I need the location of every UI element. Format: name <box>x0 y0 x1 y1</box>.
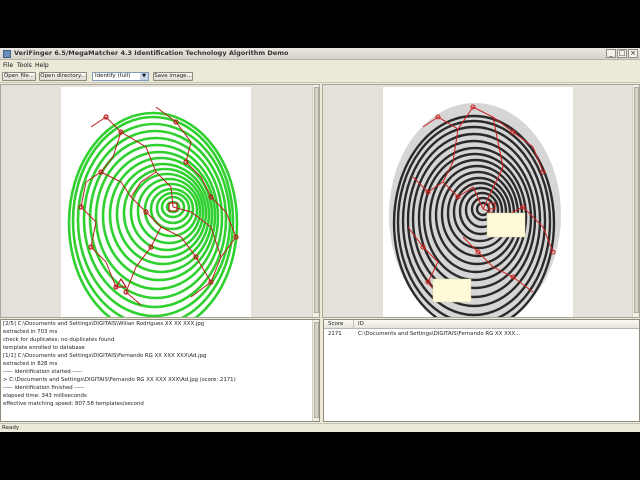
right-image-pane <box>322 84 640 318</box>
menu-help[interactable]: Help <box>35 62 49 69</box>
log-line: extracted in 828 ms <box>3 361 58 367</box>
log-line: ----- identification finished ----- <box>3 385 85 391</box>
chevron-down-icon: ▼ <box>140 73 148 80</box>
menu-bar: File Tools Help <box>0 61 640 70</box>
log-line: effective matching speed: 807.58 templat… <box>3 401 144 407</box>
app-window: VeriFinger 6.5/MegaMatcher 4.3 Identific… <box>0 48 640 432</box>
log-line: extracted in 703 ms <box>3 329 58 335</box>
log-line: [1/1] C:\Documents and Settings\DIGITAIS… <box>3 353 207 359</box>
enrolled-fingerprint-image <box>61 87 251 317</box>
result-score: 2171 <box>328 331 342 337</box>
results-table: Score ID 2171 C:\Documents and Settings\… <box>323 319 640 422</box>
menu-file[interactable]: File <box>3 62 13 69</box>
table-row[interactable]: 2171 C:\Documents and Settings\DIGITAIS\… <box>324 330 639 338</box>
log-line: ----- identification started ----- <box>3 369 83 375</box>
log-line: elapsed time: 343 milliseconds <box>3 393 87 399</box>
results-header: Score ID <box>324 320 639 329</box>
highlight-box <box>432 278 472 303</box>
left-pane-scrollbar[interactable] <box>312 85 319 317</box>
log-line: check for duplicates: no duplicates foun… <box>3 337 115 343</box>
highlight-box <box>486 212 526 238</box>
maximize-button[interactable]: □ <box>617 49 627 58</box>
toolbar: Open file... Open directory... Identify … <box>0 70 640 83</box>
log-line: [2/5] C:\Documents and Settings\DIGITAIS… <box>3 321 205 327</box>
column-header-score[interactable]: Score <box>328 321 343 327</box>
open-directory-button[interactable]: Open directory... <box>39 72 87 81</box>
column-header-id[interactable]: ID <box>358 321 364 327</box>
right-pane-scroll-thumb[interactable] <box>634 87 639 313</box>
log-line: template enrolled to database <box>3 345 85 351</box>
left-image-pane <box>0 84 320 318</box>
screen-background: VeriFinger 6.5/MegaMatcher 4.3 Identific… <box>0 0 640 480</box>
status-bar: Ready <box>0 423 640 432</box>
query-fingerprint-image <box>383 87 573 317</box>
log-scroll-thumb[interactable] <box>314 322 319 418</box>
left-pane-scroll-thumb[interactable] <box>314 87 319 313</box>
app-icon <box>3 50 11 58</box>
log-scrollbar[interactable] <box>312 320 319 421</box>
menu-tools[interactable]: Tools <box>17 62 32 69</box>
log-output[interactable]: [2/5] C:\Documents and Settings\DIGITAIS… <box>0 319 320 422</box>
window-title: VeriFinger 6.5/MegaMatcher 4.3 Identific… <box>14 49 289 57</box>
status-text: Ready <box>2 425 20 431</box>
column-divider[interactable] <box>353 320 354 329</box>
title-bar[interactable]: VeriFinger 6.5/MegaMatcher 4.3 Identific… <box>0 48 640 60</box>
open-file-button[interactable]: Open file... <box>2 72 36 81</box>
log-line: > C:\Documents and Settings\DIGITAIS\Fer… <box>3 377 236 383</box>
mode-select[interactable]: Identify (full) ▼ <box>92 72 149 81</box>
minimize-button[interactable]: _ <box>606 49 616 58</box>
close-button[interactable]: × <box>628 49 638 58</box>
mode-select-value: Identify (full) <box>95 73 131 79</box>
save-image-button[interactable]: Save image... <box>153 72 193 81</box>
result-id: C:\Documents and Settings\DIGITAIS\Ferna… <box>358 331 521 337</box>
right-pane-scrollbar[interactable] <box>632 85 639 317</box>
